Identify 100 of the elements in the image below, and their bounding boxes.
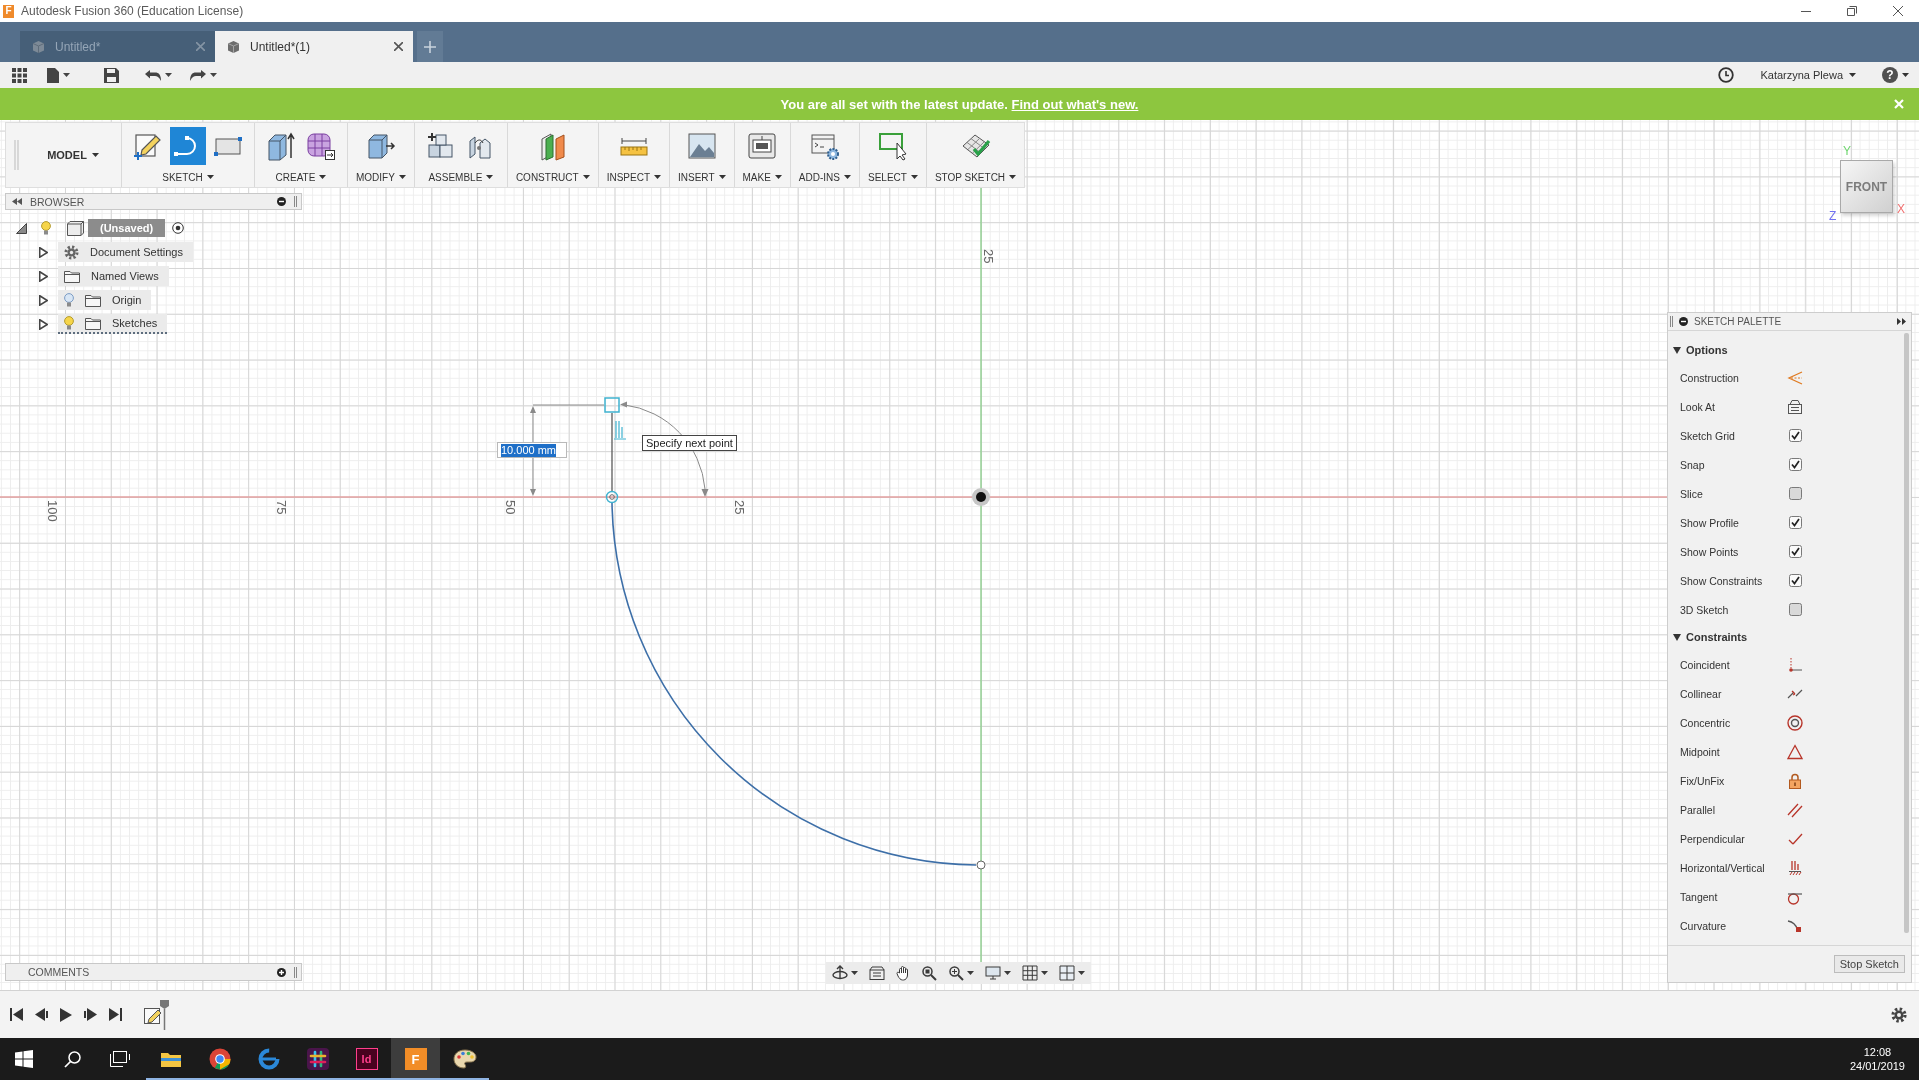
search-icon[interactable] bbox=[63, 1050, 81, 1068]
caret-icon[interactable] bbox=[851, 971, 858, 975]
triangle-icon[interactable] bbox=[1787, 743, 1803, 760]
checkbox[interactable] bbox=[1788, 545, 1802, 558]
restore-icon[interactable] bbox=[1847, 6, 1857, 16]
double-arrow-icon[interactable] bbox=[1897, 318, 1906, 325]
document-tab[interactable]: Untitled*(1) bbox=[215, 31, 413, 62]
collapse-panel-icon[interactable] bbox=[12, 198, 22, 205]
toolbar-menu-button[interactable]: ASSEMBLE bbox=[428, 169, 494, 185]
origin-point-icon[interactable] bbox=[972, 488, 990, 506]
undo-icon[interactable] bbox=[145, 69, 161, 81]
radio-target-icon[interactable] bbox=[172, 222, 185, 234]
checkbox[interactable] bbox=[1788, 574, 1802, 587]
minus-circle-icon[interactable] bbox=[277, 197, 286, 206]
construction-icon[interactable] bbox=[1787, 369, 1803, 386]
close-icon[interactable] bbox=[394, 42, 403, 51]
caret-icon[interactable] bbox=[1004, 971, 1011, 975]
skip-end-icon[interactable] bbox=[109, 1008, 122, 1021]
look-at-icon[interactable] bbox=[869, 966, 885, 980]
drag-handle-icon[interactable] bbox=[14, 140, 19, 170]
checkbox[interactable] bbox=[1788, 429, 1802, 442]
collapsed-arrow-icon[interactable] bbox=[39, 270, 48, 282]
timeline-marker-icon[interactable] bbox=[160, 999, 169, 1030]
user-menu[interactable]: Katarzyna Plewa bbox=[1760, 65, 1856, 85]
checkbox[interactable] bbox=[1788, 603, 1802, 616]
checkbox[interactable] bbox=[1788, 516, 1802, 529]
start-icon[interactable] bbox=[15, 1050, 33, 1068]
grid-icon[interactable] bbox=[1022, 965, 1038, 981]
sketch-feature-icon[interactable] bbox=[144, 1005, 162, 1024]
play-icon[interactable] bbox=[60, 1007, 72, 1022]
toolbar-menu-button[interactable]: CREATE bbox=[275, 169, 327, 185]
lock-icon[interactable] bbox=[1787, 772, 1803, 789]
minus-circle-icon[interactable] bbox=[1679, 317, 1688, 326]
minimize-icon[interactable] bbox=[1801, 10, 1811, 12]
plus-circle-icon[interactable] bbox=[277, 967, 286, 977]
coincident-icon[interactable] bbox=[1787, 656, 1803, 673]
toolbar-menu-button[interactable]: MODIFY bbox=[356, 169, 406, 185]
zoom-icon[interactable] bbox=[948, 965, 964, 981]
ring-point-icon[interactable] bbox=[605, 490, 619, 504]
caret-icon[interactable] bbox=[210, 73, 217, 77]
concentric-circles-icon[interactable] bbox=[1787, 714, 1803, 731]
expanded-arrow-icon[interactable] bbox=[16, 222, 27, 234]
tree-item[interactable]: Origin bbox=[58, 290, 152, 310]
parallel-lines-icon[interactable] bbox=[1787, 801, 1803, 818]
look-at-icon[interactable] bbox=[1787, 398, 1803, 415]
lightbulb-icon[interactable] bbox=[64, 316, 74, 330]
collapsed-arrow-icon[interactable] bbox=[39, 294, 48, 306]
caret-icon[interactable] bbox=[165, 73, 172, 77]
orbit-icon[interactable] bbox=[832, 965, 848, 981]
caret-icon[interactable] bbox=[967, 971, 974, 975]
pan-hand-icon[interactable] bbox=[896, 965, 910, 981]
toolbar-menu-button[interactable]: STOP SKETCH bbox=[934, 169, 1017, 185]
toolbar-menu-button[interactable]: MAKE bbox=[742, 169, 782, 185]
help-button[interactable]: ? bbox=[1882, 67, 1898, 83]
curvature-icon[interactable] bbox=[1787, 917, 1803, 934]
collapsed-arrow-icon[interactable] bbox=[39, 318, 48, 330]
caret-icon[interactable] bbox=[1041, 971, 1048, 975]
resize-handle-icon[interactable] bbox=[294, 196, 297, 207]
redo-icon[interactable] bbox=[190, 69, 206, 81]
caret-icon[interactable] bbox=[1078, 971, 1085, 975]
viewports-icon[interactable] bbox=[1059, 965, 1075, 981]
resize-handle-icon[interactable] bbox=[1670, 316, 1673, 327]
horizontal-vertical-icon[interactable] bbox=[1787, 859, 1803, 876]
display-icon[interactable] bbox=[985, 965, 1001, 981]
lightbulb-icon[interactable] bbox=[64, 293, 74, 307]
clock-icon[interactable] bbox=[1718, 67, 1735, 83]
scrollbar-thumb[interactable] bbox=[1904, 333, 1909, 933]
dimension-input[interactable]: 10.000 mm bbox=[497, 442, 567, 458]
toolbar-menu-button[interactable]: ADD-INS bbox=[798, 169, 851, 185]
step-forward-icon[interactable] bbox=[84, 1008, 97, 1021]
toolbar-menu-button[interactable]: INSERT bbox=[678, 169, 726, 185]
section-header[interactable]: Constraints bbox=[1668, 624, 1911, 650]
lightbulb-icon[interactable] bbox=[41, 221, 51, 235]
section-header[interactable]: Options bbox=[1668, 337, 1911, 363]
arc-endpoint-icon[interactable] bbox=[976, 860, 986, 870]
file-icon[interactable] bbox=[47, 67, 59, 83]
checkbox[interactable] bbox=[1788, 458, 1802, 471]
workspace-dropdown[interactable]: MODEL bbox=[25, 123, 121, 187]
settings-icon[interactable] bbox=[1891, 1006, 1907, 1023]
tree-item[interactable]: Named Views bbox=[58, 266, 169, 286]
toolbar-menu-button[interactable]: SKETCH bbox=[162, 169, 214, 185]
close-icon[interactable] bbox=[1893, 6, 1903, 16]
resize-handle-icon[interactable] bbox=[294, 966, 297, 978]
task-view-icon[interactable] bbox=[110, 1051, 130, 1067]
caret-icon[interactable] bbox=[1902, 73, 1909, 77]
caret-icon[interactable] bbox=[63, 73, 70, 77]
apps-grid-icon[interactable] bbox=[12, 67, 27, 83]
toolbar-menu-button[interactable]: SELECT bbox=[868, 169, 918, 185]
step-back-icon[interactable] bbox=[35, 1008, 48, 1021]
save-icon[interactable] bbox=[104, 67, 119, 83]
toolbar-menu-button[interactable]: INSPECT bbox=[606, 169, 661, 185]
taskbar-button[interactable]: Id bbox=[342, 1038, 391, 1080]
stop-sketch-button[interactable]: Stop Sketch bbox=[1833, 955, 1905, 973]
toolbar-menu-button[interactable]: CONSTRUCT bbox=[515, 169, 590, 185]
zoom-window-icon[interactable] bbox=[921, 965, 937, 981]
collapsed-arrow-icon[interactable] bbox=[39, 246, 48, 258]
tree-item[interactable]: Document Settings bbox=[58, 242, 193, 262]
tree-item[interactable]: Sketches bbox=[58, 314, 168, 334]
skip-start-icon[interactable] bbox=[10, 1008, 23, 1021]
checkbox[interactable] bbox=[1788, 487, 1802, 500]
